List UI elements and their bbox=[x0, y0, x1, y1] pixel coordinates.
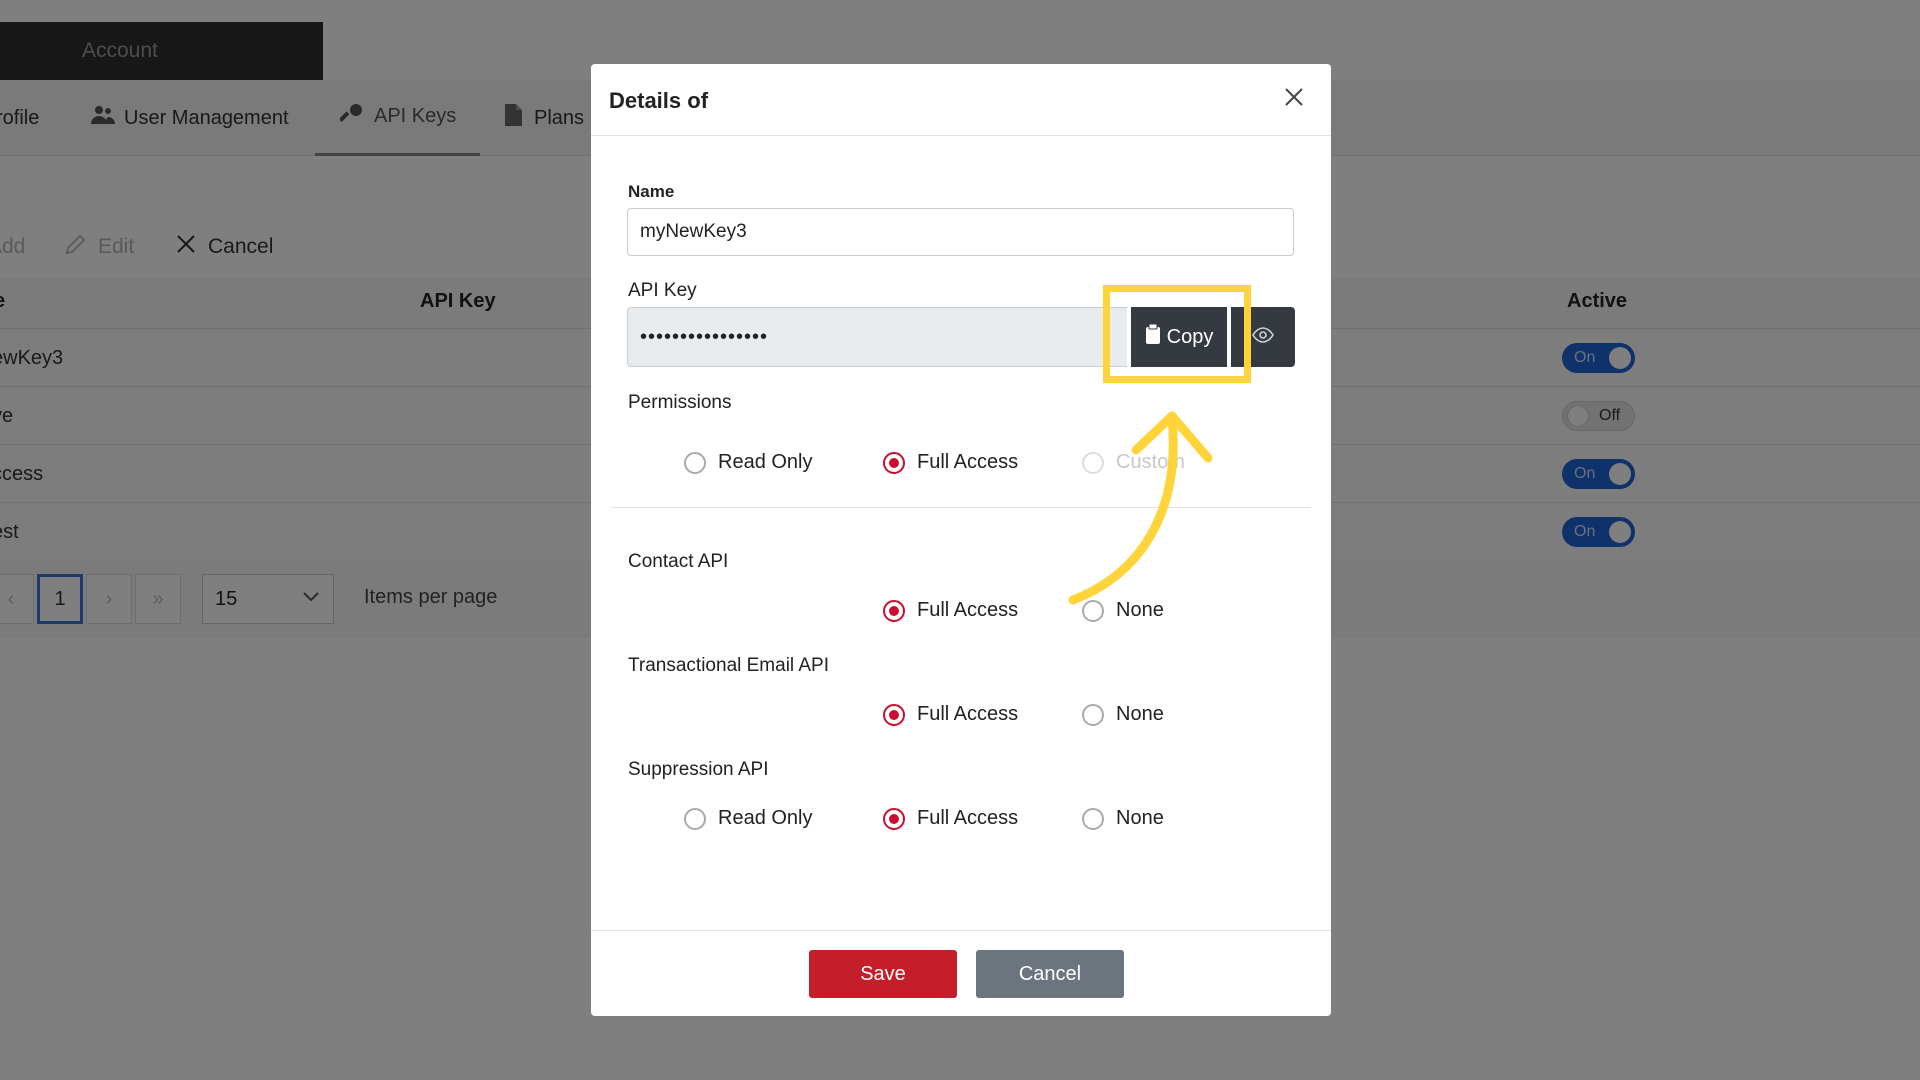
transactional-email-api-full-access-radio[interactable]: Full Access bbox=[883, 703, 1018, 726]
permissions-label: Permissions bbox=[628, 392, 732, 413]
copy-button[interactable]: Copy bbox=[1131, 307, 1227, 367]
radio-label: Read Only bbox=[718, 807, 813, 829]
permissions-full-access-radio[interactable]: Full Access bbox=[883, 451, 1018, 474]
cancel-button[interactable]: Cancel bbox=[976, 950, 1124, 998]
transactional-email-api-label: Transactional Email API bbox=[628, 655, 829, 676]
radio-label: Full Access bbox=[917, 703, 1019, 725]
radio-label: Read Only bbox=[718, 451, 813, 473]
api-key-details-modal: Details of Name API Key Copy Permissions… bbox=[591, 64, 1331, 1016]
permissions-custom-radio[interactable]: Custom bbox=[1082, 451, 1185, 474]
eye-icon bbox=[1252, 326, 1274, 348]
suppression-api-label: Suppression API bbox=[628, 759, 769, 780]
radio-label: Custom bbox=[1116, 451, 1185, 473]
suppression-api-none-radio[interactable]: None bbox=[1082, 807, 1164, 830]
contact-api-label: Contact API bbox=[628, 551, 729, 572]
suppression-api-full-access-radio[interactable]: Full Access bbox=[883, 807, 1018, 830]
clipboard-icon bbox=[1145, 323, 1161, 350]
divider bbox=[611, 507, 1311, 508]
modal-header: Details of bbox=[591, 64, 1331, 136]
save-button[interactable]: Save bbox=[809, 950, 957, 998]
close-icon[interactable] bbox=[1279, 82, 1309, 112]
api-key-label: API Key bbox=[628, 280, 697, 301]
radio-label: Full Access bbox=[917, 599, 1019, 621]
radio-label: Full Access bbox=[917, 451, 1019, 473]
modal-title: Details of bbox=[609, 88, 709, 113]
suppression-api-read-only-radio[interactable]: Read Only bbox=[684, 807, 813, 830]
contact-api-full-access-radio[interactable]: Full Access bbox=[883, 599, 1018, 622]
radio-label: None bbox=[1116, 703, 1164, 725]
radio-label: None bbox=[1116, 807, 1164, 829]
api-key-input[interactable] bbox=[627, 307, 1127, 367]
show-key-button[interactable] bbox=[1231, 307, 1295, 367]
copy-label: Copy bbox=[1166, 325, 1214, 348]
modal-footer bbox=[591, 930, 1331, 1016]
permissions-read-only-radio[interactable]: Read Only bbox=[684, 451, 813, 474]
name-label: Name bbox=[628, 182, 675, 201]
radio-label: None bbox=[1116, 599, 1164, 621]
transactional-email-api-none-radio[interactable]: None bbox=[1082, 703, 1164, 726]
contact-api-none-radio[interactable]: None bbox=[1082, 599, 1164, 622]
radio-label: Full Access bbox=[917, 807, 1019, 829]
name-input[interactable] bbox=[627, 208, 1294, 256]
